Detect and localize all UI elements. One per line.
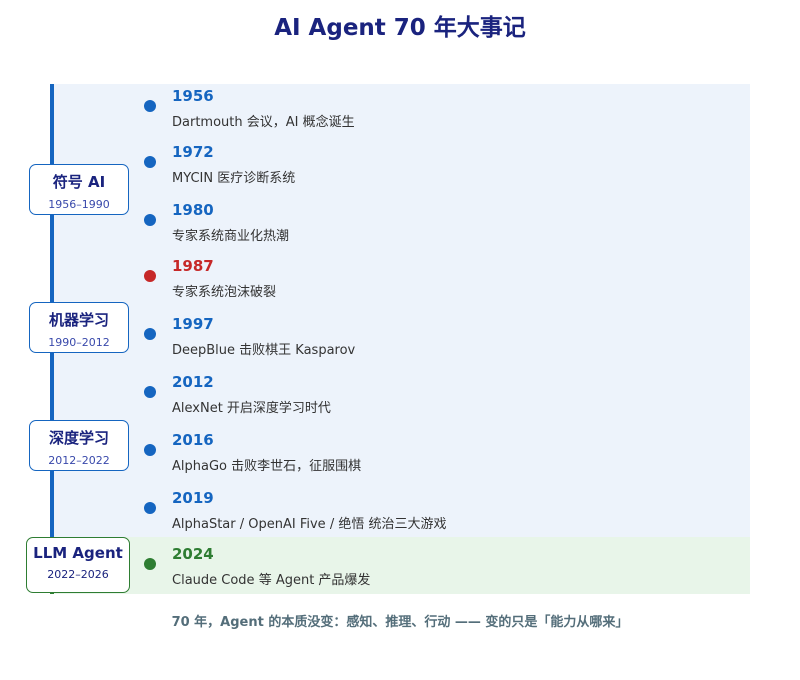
era-name: LLM Agent bbox=[33, 544, 123, 562]
era-name: 符号 AI bbox=[52, 173, 106, 191]
event-description: Dartmouth 会议，AI 概念诞生 bbox=[172, 115, 355, 130]
event-year: 1987 bbox=[172, 257, 214, 275]
event-year: 2012 bbox=[172, 373, 214, 391]
event-marker bbox=[144, 156, 156, 168]
event-marker bbox=[144, 444, 156, 456]
event-description: MYCIN 医疗诊断系统 bbox=[172, 171, 296, 186]
event-year: 1956 bbox=[172, 87, 214, 105]
llm-agent-era-panel bbox=[52, 537, 750, 594]
event-year: 2024 bbox=[172, 545, 214, 563]
summary-caption: 70 年，Agent 的本质没变：感知、推理、行动 —— 变的只是「能力从哪来」 bbox=[171, 615, 629, 630]
era-range: 1956–1990 bbox=[48, 198, 110, 211]
event-description: AlexNet 开启深度学习时代 bbox=[172, 401, 331, 416]
event-description: Claude Code 等 Agent 产品爆发 bbox=[172, 573, 371, 588]
era-label-machine-learning: 机器学习 1990–2012 bbox=[29, 302, 129, 353]
era-label-deep-learning: 深度学习 2012–2022 bbox=[29, 420, 129, 471]
era-name: 深度学习 bbox=[48, 429, 109, 447]
event-marker bbox=[144, 502, 156, 514]
event-description: 专家系统泡沫破裂 bbox=[172, 285, 277, 300]
page-title: AI Agent 70 年大事记 bbox=[274, 15, 526, 41]
era-range: 2022–2026 bbox=[47, 568, 109, 581]
event-marker bbox=[144, 100, 156, 112]
event-year: 2016 bbox=[172, 431, 214, 449]
event-year: 1980 bbox=[172, 201, 214, 219]
era-label-symbolic-ai: 符号 AI 1956–1990 bbox=[29, 164, 129, 215]
era-label-llm-agent: LLM Agent 2022–2026 bbox=[26, 537, 130, 593]
era-range: 2012–2022 bbox=[48, 454, 110, 467]
pre-llm-era-panel bbox=[52, 84, 750, 537]
event-description: DeepBlue 击败棋王 Kasparov bbox=[172, 343, 356, 358]
event-marker bbox=[144, 214, 156, 226]
event-marker-agent bbox=[144, 558, 156, 570]
event-marker bbox=[144, 328, 156, 340]
event-year: 1997 bbox=[172, 315, 214, 333]
era-name: 机器学习 bbox=[48, 311, 109, 329]
era-range: 1990–2012 bbox=[48, 336, 110, 349]
event-year: 2019 bbox=[172, 489, 214, 507]
event-description: AlphaGo 击败李世石，征服围棋 bbox=[172, 459, 362, 474]
event-description: AlphaStar / OpenAI Five / 绝悟 统治三大游戏 bbox=[172, 517, 447, 532]
event-year: 1972 bbox=[172, 143, 214, 161]
event-description: 专家系统商业化热潮 bbox=[172, 229, 290, 244]
event-marker-highlight bbox=[144, 270, 156, 282]
event-marker bbox=[144, 386, 156, 398]
